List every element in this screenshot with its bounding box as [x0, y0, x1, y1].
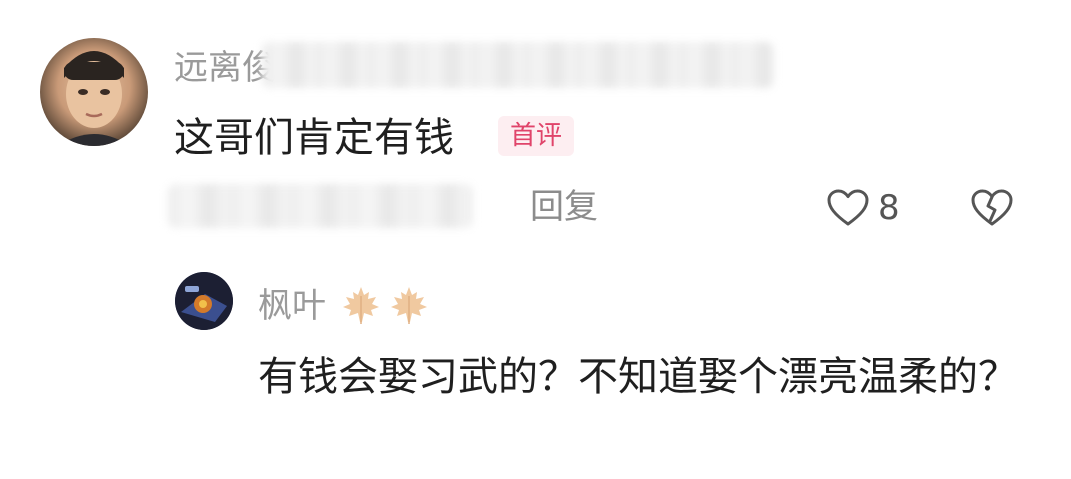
heart-outline-icon: [827, 189, 869, 226]
replier-username[interactable]: 枫叶: [258, 282, 326, 330]
dislike-button[interactable]: [970, 186, 1014, 230]
redacted-username-blur: [262, 42, 774, 88]
replier-avatar[interactable]: [175, 272, 233, 330]
avatar-portrait-icon: [58, 51, 130, 146]
maple-leaf-icon: [391, 287, 427, 324]
redacted-meta-blur: [168, 184, 473, 228]
like-button[interactable]: 8: [826, 186, 900, 230]
commenter-username[interactable]: 远离俊: [174, 44, 276, 92]
reply-button[interactable]: 回复: [530, 183, 598, 231]
broken-heart-icon: [971, 189, 1013, 226]
like-count: 8: [878, 188, 900, 228]
avatar-game-art-icon: [175, 272, 233, 330]
comment-text: 这哥们肯定有钱: [174, 115, 454, 161]
commenter-avatar[interactable]: [40, 38, 148, 146]
first-comment-badge: 首评: [498, 116, 575, 156]
reply-text: 有钱会娶习武的？不知道娶个漂亮温柔的？: [258, 354, 1018, 400]
maple-leaf-icon: [343, 287, 379, 324]
